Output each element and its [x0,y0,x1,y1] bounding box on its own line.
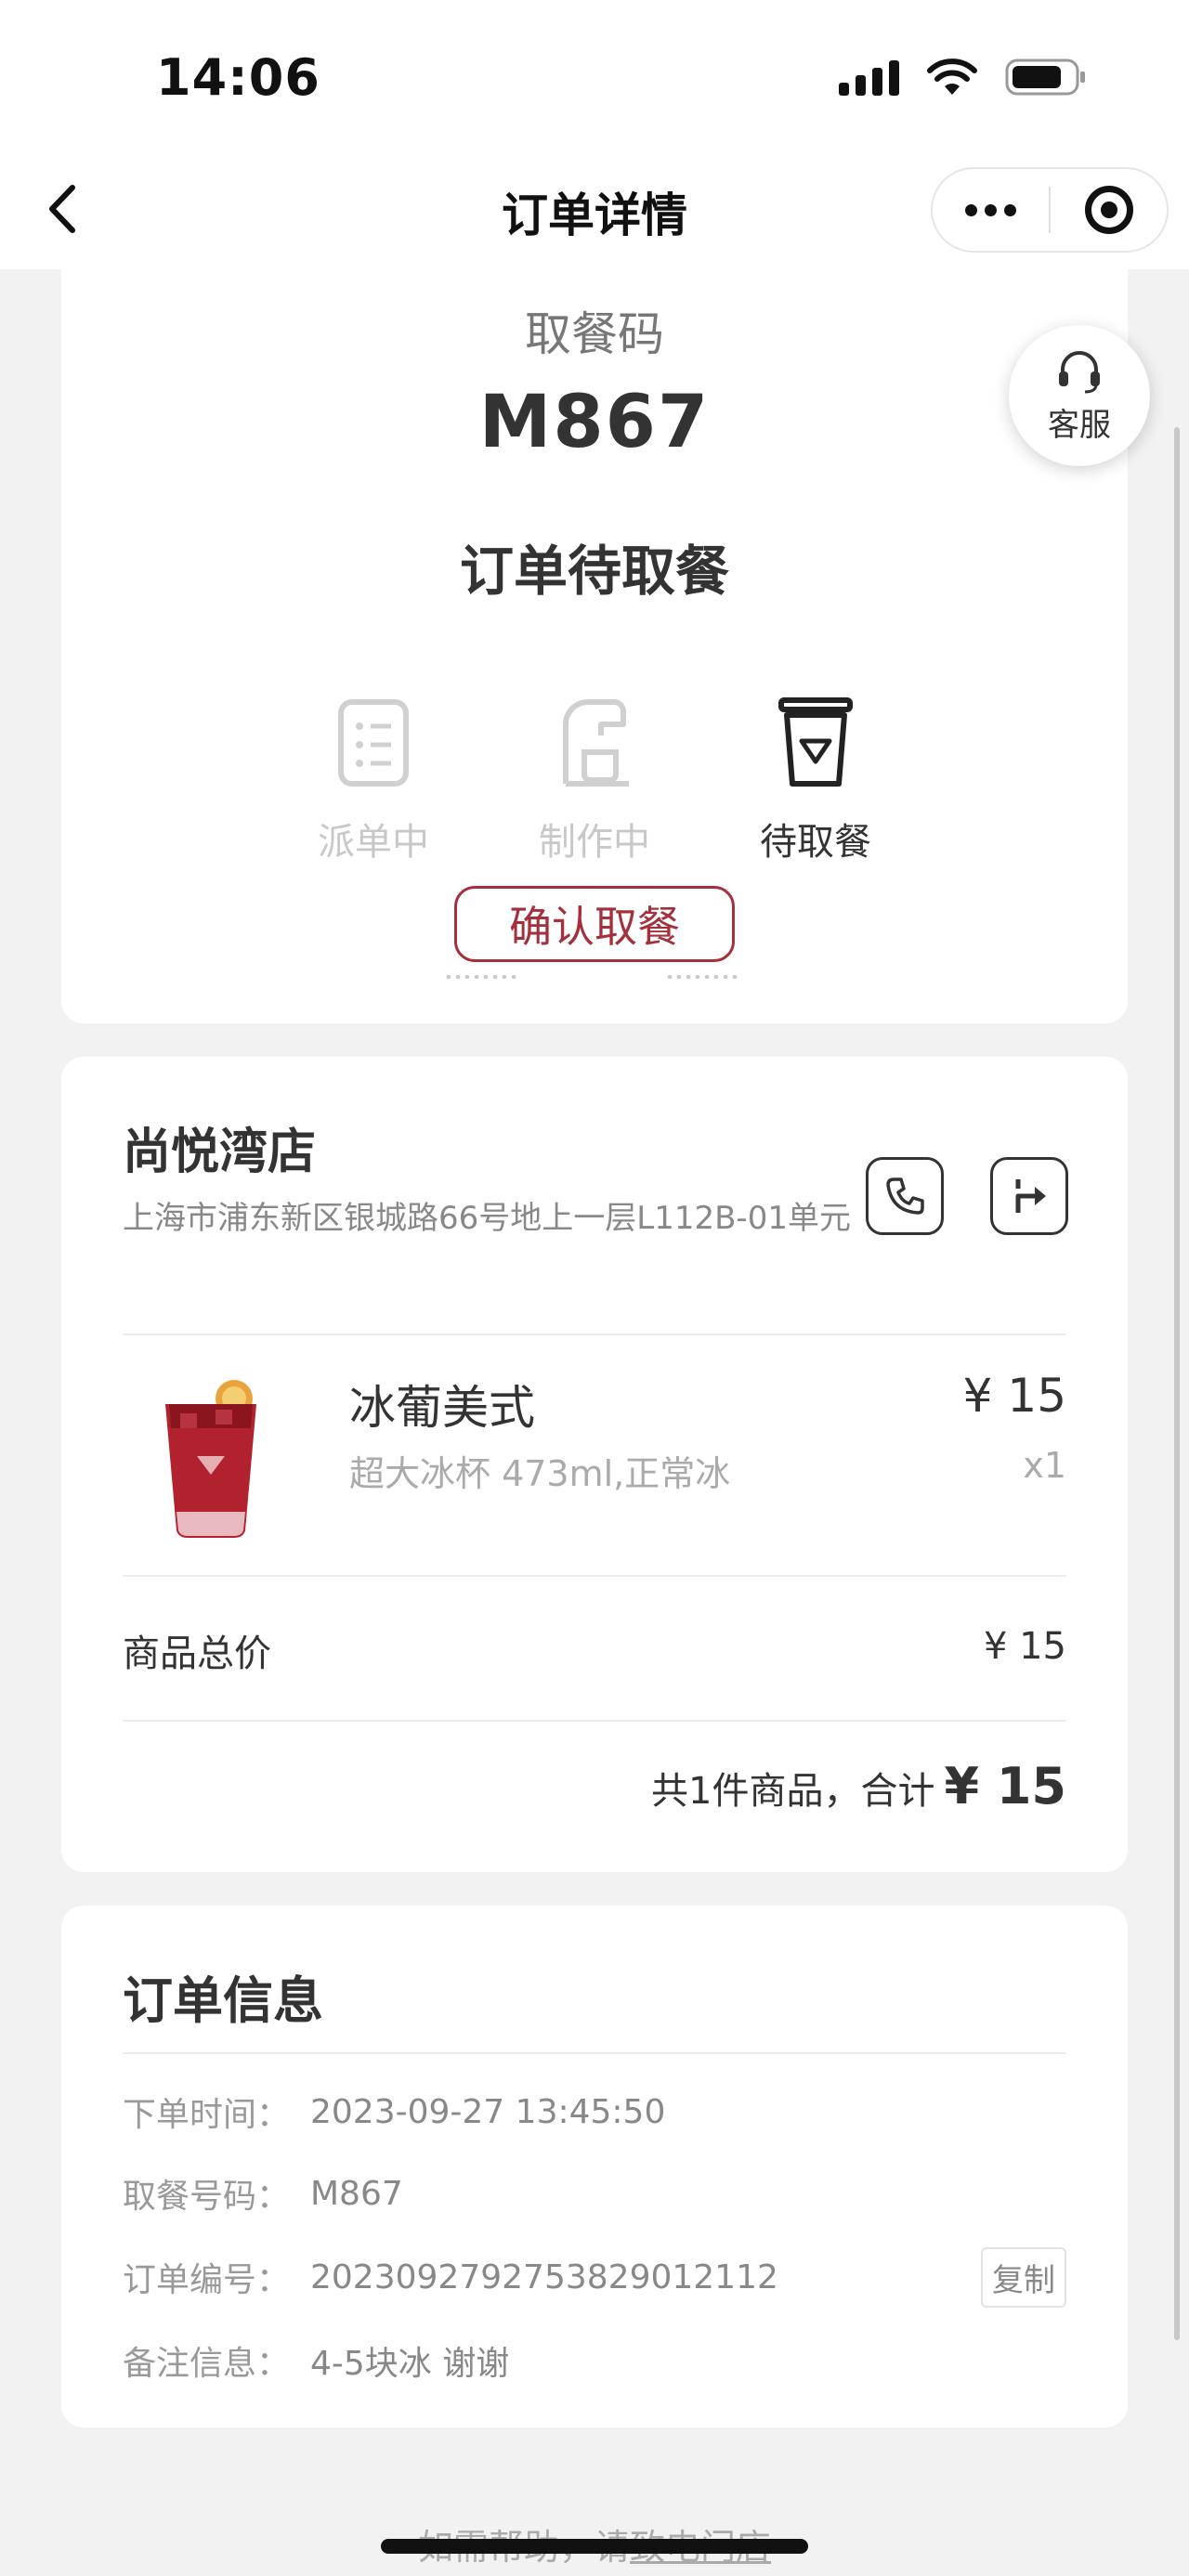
wifi-icon [927,59,977,95]
divider [123,1720,1066,1722]
step-dispatch: 派单中 [281,696,466,865]
step-label: 制作中 [539,821,650,864]
summary-text: 共1件商品，合计 [651,1770,935,1813]
divider [123,1575,1066,1577]
top-bar: 14:06 订单详情 [0,0,1189,269]
store-name: 尚悦湾店 [123,1125,317,1180]
step-connector [444,975,520,979]
coffee-machine-icon [563,699,629,787]
status-time: 14:06 [156,48,320,107]
info-row-remark: 备注信息： 4-5块冰 谢谢 [123,2333,1066,2388]
call-store-button[interactable] [866,1157,944,1235]
status-icons [839,58,1087,97]
close-miniprogram-button[interactable] [1051,169,1167,251]
product-quantity: x1 [1023,1445,1066,1486]
product-name: 冰葡美式 [349,1381,535,1435]
step-label: 派单中 [318,821,429,864]
confirm-pickup-button[interactable]: 确认取餐 [454,886,735,962]
pickup-card: 取餐码 M867 订单待取餐 派单中 制作中 待取餐 确认取餐 [61,232,1128,1023]
product-spec: 超大冰杯 473ml,正常冰 [349,1453,731,1494]
order-info-card: 订单信息 下单时间： 2023-09-27 13:45:50 取餐号码： M86… [61,1906,1128,2427]
order-summary: 共1件商品，合计 ¥ 15 [651,1757,1066,1815]
navigate-store-button[interactable] [990,1157,1068,1235]
info-value: 20230927927538290121​12 [310,2257,778,2296]
info-key: 备注信息： [123,2345,291,2383]
step-connector [665,975,741,979]
step-ready: 待取餐 [723,696,908,865]
target-icon [1084,186,1133,234]
customer-service-label: 客服 [1048,406,1111,444]
product-price: ¥ 15 [962,1369,1066,1423]
order-status: 订单待取餐 [459,540,729,603]
divider [123,1334,1066,1335]
info-value: 2023-09-27 13:45:50 [310,2092,666,2131]
more-icon [965,203,1016,216]
pickup-code-label: 取餐码 [525,307,664,361]
step-label: 待取餐 [760,821,871,864]
product-image [165,1380,256,1538]
list-icon [338,699,409,787]
info-row-order-number: 订单编号： 20230927927538290121​12 复制 [123,2246,1066,2308]
scrollbar[interactable] [1174,427,1180,2340]
cup-icon [778,697,853,787]
home-indicator [381,2539,808,2554]
info-key: 取餐号码： [123,2178,291,2216]
info-value: M867 [310,2174,403,2213]
info-value: 4-5块冰 谢谢 [310,2345,510,2383]
step-making: 制作中 [502,696,687,865]
info-row-order-time: 下单时间： 2023-09-27 13:45:50 [123,2084,1066,2140]
info-key: 下单时间： [123,2096,291,2134]
order-info-title: 订单信息 [123,1971,323,2030]
info-row-pickup-code: 取餐号码： M867 [123,2166,1066,2221]
battery-icon [1005,59,1085,96]
pickup-code: M867 [478,381,711,464]
copy-button[interactable]: 复制 [981,2246,1066,2308]
headset-icon [1059,350,1100,393]
store-card: 尚悦湾店 上海市浦东新区银城路66号地上一层L112B-01单元 冰葡美式 超大… [61,1057,1128,1872]
goods-total-value: ¥ 15 [983,1625,1066,1668]
customer-service-button[interactable]: 客服 [1009,325,1150,466]
goods-total-label: 商品总价 [123,1633,271,1675]
info-key: 订单编号： [123,2261,291,2299]
signal-icon [839,59,899,96]
mini-program-capsule [931,167,1169,253]
divider [123,2052,1066,2054]
more-button[interactable] [933,169,1049,251]
summary-amount: ¥ 15 [944,1757,1066,1815]
store-address: 上海市浦东新区银城路66号地上一层L112B-01单元 [123,1200,851,1237]
directions-icon [1015,1179,1046,1213]
phone-icon [886,1177,924,1215]
